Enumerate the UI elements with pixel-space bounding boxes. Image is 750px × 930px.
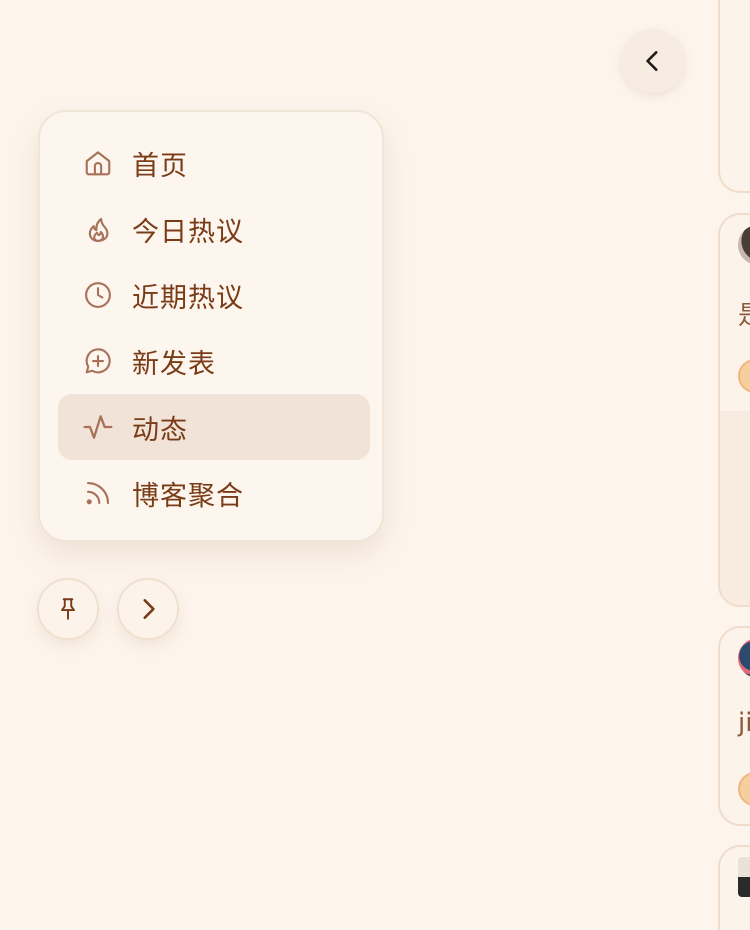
side-menu: 首页 今日热议 近期热议 新发表 动态 博客聚合 [38,110,384,542]
rss-icon [82,477,114,509]
menu-item-new-posts[interactable]: 新发表 [58,328,370,394]
pin-icon [61,598,75,620]
user-avatar[interactable] [738,857,750,897]
expand-sidebar-button[interactable] [117,578,179,640]
menu-item-home[interactable]: 首页 [58,130,370,196]
user-avatar[interactable] [738,225,750,265]
post-snippet[interactable]: 是 [738,295,750,332]
participant-avatar [738,772,750,806]
user-avatar[interactable] [738,638,750,678]
menu-item-label: 今日热议 [132,216,244,248]
activity-icon [82,411,114,443]
post-snippet[interactable]: ji [738,708,750,738]
flame-icon [82,213,114,245]
menu-item-label: 博客聚合 [132,480,244,512]
feed-card[interactable]: ji [718,626,750,826]
card-footer [720,411,750,605]
menu-item-recent-hot[interactable]: 近期热议 [58,262,370,328]
chevron-left-icon [646,51,658,71]
chevron-right-icon [143,599,155,619]
menu-item-label: 新发表 [132,348,216,380]
pin-sidebar-button[interactable] [37,578,99,640]
home-icon [82,147,114,179]
app-stage: 首页 今日热议 近期热议 新发表 动态 博客聚合 j [0,0,750,930]
menu-item-blog-aggregation[interactable]: 博客聚合 [58,460,370,526]
clock-icon [82,279,114,311]
participant-avatar [738,359,750,393]
message-plus-icon [82,345,114,377]
menu-item-label: 动态 [132,414,188,446]
menu-item-label: 近期热议 [132,282,244,314]
collapse-sidebar-button[interactable] [621,29,685,93]
menu-item-label: 首页 [132,150,188,182]
feed-card[interactable]: 是 [718,213,750,607]
feed-card[interactable] [718,0,750,193]
menu-item-today-hot[interactable]: 今日热议 [58,196,370,262]
menu-item-activity[interactable]: 动态 [58,394,370,460]
feed-card[interactable] [718,845,750,930]
